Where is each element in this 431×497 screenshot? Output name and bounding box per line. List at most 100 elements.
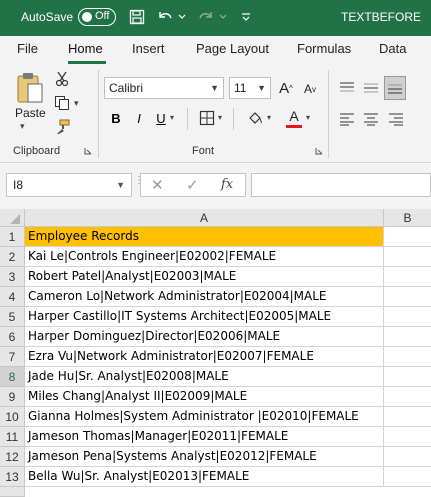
cell-b[interactable] bbox=[384, 467, 431, 487]
cell-b[interactable] bbox=[384, 427, 431, 447]
align-right-icon[interactable] bbox=[386, 109, 406, 129]
bold-icon[interactable]: B bbox=[108, 109, 124, 127]
increase-font-size-icon[interactable]: A ^ bbox=[276, 77, 296, 99]
copy-icon[interactable] bbox=[52, 94, 72, 112]
title-bar: AutoSave Off TEXTBEFORE bbox=[0, 0, 431, 36]
insert-function-icon[interactable]: fx bbox=[221, 177, 233, 192]
formula-bar: I8 ▼ ⋮ ✕ ✓ fx bbox=[0, 163, 431, 209]
underline-dropdown-icon[interactable]: ▾ bbox=[170, 113, 174, 122]
autosave-toggle[interactable]: Off bbox=[78, 8, 116, 26]
row-header[interactable]: 11 bbox=[0, 427, 25, 447]
row-header[interactable]: 6 bbox=[0, 327, 25, 347]
chevron-down-icon: ▼ bbox=[210, 83, 219, 93]
redo-dropdown-icon[interactable] bbox=[217, 6, 229, 28]
undo-icon[interactable] bbox=[155, 6, 175, 28]
row-header[interactable]: 1 bbox=[0, 227, 25, 247]
table-row-cell[interactable]: Jade Hu|Sr. Analyst|E02008|MALE bbox=[25, 367, 384, 387]
table-row-cell[interactable]: Miles Chang|Analyst II|E02009|MALE bbox=[25, 387, 384, 407]
row-header[interactable]: 13 bbox=[0, 467, 25, 487]
cell-b[interactable] bbox=[384, 407, 431, 427]
formula-buttons: ✕ ✓ fx bbox=[140, 173, 246, 197]
cut-icon[interactable] bbox=[52, 70, 72, 88]
column-header-b[interactable]: B bbox=[384, 209, 431, 227]
font-color-dropdown-icon[interactable]: ▾ bbox=[306, 113, 310, 122]
row-header[interactable]: 3 bbox=[0, 267, 25, 287]
decrease-font-size-icon[interactable]: Av bbox=[300, 79, 320, 99]
paste-icon[interactable] bbox=[12, 70, 48, 106]
row-header[interactable]: 4 bbox=[0, 287, 25, 307]
clipboard-launcher-icon[interactable] bbox=[83, 146, 93, 156]
cell-b[interactable] bbox=[384, 267, 431, 287]
row-header[interactable] bbox=[0, 487, 25, 497]
cell-b[interactable] bbox=[384, 247, 431, 267]
cell-b[interactable] bbox=[384, 347, 431, 367]
cell-b[interactable] bbox=[384, 227, 431, 247]
row-header[interactable]: 7 bbox=[0, 347, 25, 367]
select-all-corner[interactable] bbox=[0, 209, 25, 227]
tab-file[interactable]: File bbox=[17, 41, 38, 56]
font-name-dropdown[interactable]: Calibri ▼ bbox=[104, 77, 224, 99]
fill-color-icon[interactable] bbox=[245, 109, 265, 129]
font-color-glyph: A bbox=[289, 107, 299, 124]
copy-dropdown-icon[interactable]: ▾ bbox=[74, 98, 79, 109]
fill-color-dropdown-icon[interactable]: ▾ bbox=[267, 113, 271, 122]
table-row-cell[interactable]: Jameson Thomas|Manager|E02011|FEMALE bbox=[25, 427, 384, 447]
tab-home[interactable]: Home bbox=[68, 41, 103, 56]
formula-input[interactable] bbox=[251, 173, 431, 197]
row-header[interactable]: 12 bbox=[0, 447, 25, 467]
chevron-down-icon: ▼ bbox=[257, 83, 266, 93]
align-left-icon[interactable] bbox=[337, 109, 357, 129]
table-row-cell[interactable]: Jameson Pena|Systems Analyst|E02012|FEMA… bbox=[25, 447, 384, 467]
table-row-cell[interactable]: Kai Le|Controls Engineer|E02002|FEMALE bbox=[25, 247, 384, 267]
save-icon[interactable] bbox=[127, 6, 147, 28]
row-header[interactable]: 2 bbox=[0, 247, 25, 267]
row-header[interactable]: 9 bbox=[0, 387, 25, 407]
autosave-label: AutoSave bbox=[21, 10, 74, 24]
cell-b[interactable] bbox=[384, 447, 431, 467]
divider bbox=[187, 108, 188, 130]
paste-label[interactable]: Paste bbox=[15, 106, 46, 120]
table-row-cell[interactable]: Robert Patel|Analyst|E02003|MALE bbox=[25, 267, 384, 287]
borders-icon[interactable] bbox=[198, 109, 216, 127]
tab-data[interactable]: Data bbox=[379, 41, 406, 56]
table-row-cell[interactable]: Gianna Holmes|System Administrator |E020… bbox=[25, 407, 384, 427]
underline-icon[interactable]: U bbox=[153, 109, 169, 127]
cell-b[interactable] bbox=[384, 387, 431, 407]
row-header[interactable]: 10 bbox=[0, 407, 25, 427]
undo-dropdown-icon[interactable] bbox=[176, 6, 188, 28]
column-header-a[interactable]: A bbox=[25, 209, 384, 227]
font-color-icon[interactable]: A bbox=[284, 107, 304, 129]
enter-icon[interactable]: ✓ bbox=[186, 176, 199, 194]
tab-insert[interactable]: Insert bbox=[132, 41, 165, 56]
align-center-icon[interactable] bbox=[361, 109, 381, 129]
table-row-cell[interactable]: Cameron Lo|Network Administrator|E02004|… bbox=[25, 287, 384, 307]
table-row-cell[interactable]: Harper Castillo|IT Systems Architect|E02… bbox=[25, 307, 384, 327]
table-title-cell[interactable]: Employee Records bbox=[25, 227, 384, 247]
autosave-state: Off bbox=[95, 10, 110, 22]
font-launcher-icon[interactable] bbox=[314, 146, 324, 156]
customize-toolbar-icon[interactable] bbox=[236, 6, 256, 28]
redo-icon[interactable] bbox=[196, 6, 216, 28]
cell-b[interactable] bbox=[384, 327, 431, 347]
tab-formulas[interactable]: Formulas bbox=[297, 41, 351, 56]
row-header[interactable]: 5 bbox=[0, 307, 25, 327]
format-painter-icon[interactable] bbox=[52, 118, 72, 136]
middle-align-icon[interactable] bbox=[361, 78, 381, 98]
italic-icon[interactable]: I bbox=[131, 109, 147, 127]
cell-b[interactable] bbox=[384, 287, 431, 307]
row-header[interactable]: 8 bbox=[0, 367, 25, 387]
table-row-cell[interactable]: Bella Wu|Sr. Analyst|E02013|FEMALE bbox=[25, 467, 384, 487]
cell-b[interactable] bbox=[384, 307, 431, 327]
paste-dropdown-icon[interactable]: ▾ bbox=[20, 121, 25, 132]
tab-page-layout[interactable]: Page Layout bbox=[196, 41, 269, 56]
table-row-cell[interactable]: Ezra Vu|Network Administrator|E02007|FEM… bbox=[25, 347, 384, 367]
worksheet-grid[interactable]: A B 1 Employee Records 2 Kai Le|Controls En… bbox=[0, 209, 431, 497]
name-box[interactable]: I8 ▼ bbox=[6, 173, 132, 197]
bottom-align-icon[interactable] bbox=[384, 76, 406, 100]
font-size-dropdown[interactable]: 11 ▼ bbox=[229, 77, 271, 99]
top-align-icon[interactable] bbox=[337, 78, 357, 98]
borders-dropdown-icon[interactable]: ▾ bbox=[218, 113, 222, 122]
table-row-cell[interactable]: Harper Dominguez|Director|E02006|MALE bbox=[25, 327, 384, 347]
cancel-icon[interactable]: ✕ bbox=[151, 176, 164, 194]
cell-b[interactable] bbox=[384, 367, 431, 387]
